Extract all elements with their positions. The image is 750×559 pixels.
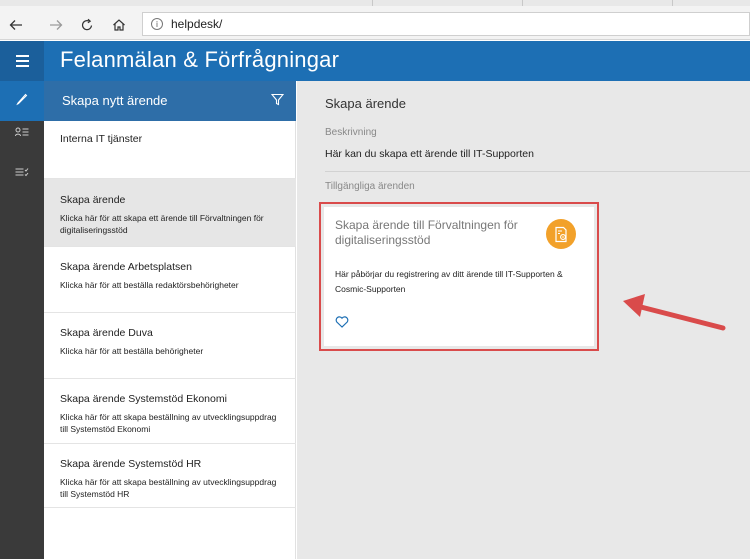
annotation-arrow	[615, 290, 730, 345]
icon-rail	[0, 81, 44, 559]
document-gear-icon	[546, 219, 576, 249]
list-item-interna-it-tjanster[interactable]: Interna IT tjänster	[44, 121, 296, 179]
description-value: Här kan du skapa ett ärende till IT-Supp…	[325, 148, 534, 160]
list-item-systemstod-ekonomi[interactable]: Skapa ärende Systemstöd Ekonomi Klicka h…	[44, 379, 296, 444]
list-item-description: Klicka här för att beställa redaktörsbeh…	[60, 280, 239, 290]
browser-toolbar: i helpdesk/	[0, 0, 750, 40]
list-item-description: Klicka här för att skapa ett ärende till…	[60, 213, 264, 235]
card-description: Här påbörjar du registrering av ditt äre…	[335, 269, 563, 294]
create-case-nav-button[interactable]	[0, 81, 44, 121]
list-item-systemstod-hr[interactable]: Skapa ärende Systemstöd HR Klicka här fö…	[44, 444, 296, 508]
list-item-description: Klicka här för att skapa beställning av …	[60, 477, 277, 499]
list-header: Skapa nytt ärende	[44, 81, 296, 121]
forward-arrow-icon[interactable]	[45, 14, 67, 36]
pencil-icon	[15, 92, 29, 111]
page-title: Skapa ärende	[325, 96, 406, 111]
filter-icon[interactable]	[270, 93, 285, 111]
case-type-list: Interna IT tjänster Skapa ärende Klicka …	[44, 121, 296, 559]
hamburger-menu-icon[interactable]	[0, 41, 44, 81]
list-item-description: Klicka här för att skapa beställning av …	[60, 412, 277, 434]
refresh-icon[interactable]	[76, 14, 98, 36]
address-bar[interactable]: i helpdesk/	[142, 12, 750, 36]
list-item-duva[interactable]: Skapa ärende Duva Klicka här för att bes…	[44, 313, 296, 379]
app-header: Felanmälan & Förfrågningar	[0, 41, 750, 81]
list-item-title: Skapa ärende Systemstöd Ekonomi	[60, 393, 227, 405]
list-item-arbetsplatsen[interactable]: Skapa ärende Arbetsplatsen Klicka här fö…	[44, 247, 296, 313]
list-item-description: Klicka här för att beställa behörigheter	[60, 346, 204, 356]
task-list-nav-button[interactable]	[0, 161, 44, 185]
task-list-icon	[15, 164, 29, 182]
home-icon[interactable]	[108, 14, 130, 36]
list-item-title: Skapa ärende Duva	[60, 327, 153, 339]
info-icon[interactable]: i	[151, 18, 163, 30]
tab-strip	[0, 0, 750, 6]
app-title: Felanmälan & Förfrågningar	[60, 47, 340, 72]
list-header-title: Skapa nytt ärende	[62, 93, 168, 108]
my-cases-nav-button[interactable]	[0, 121, 44, 145]
divider	[325, 171, 750, 172]
list-item-title: Skapa ärende Arbetsplatsen	[60, 261, 192, 273]
case-card[interactable]: Skapa ärende till Förvaltningen för digi…	[324, 207, 594, 346]
list-item-title: Interna IT tjänster	[60, 133, 143, 145]
card-title: Skapa ärende till Förvaltningen för digi…	[335, 218, 518, 247]
description-label: Beskrivning	[325, 127, 377, 138]
address-url: helpdesk/	[171, 17, 223, 31]
list-item-skapa-arende[interactable]: Skapa ärende Klicka här för att skapa et…	[44, 179, 296, 247]
list-item-title: Skapa ärende Systemstöd HR	[60, 458, 202, 470]
user-list-icon	[15, 124, 29, 142]
back-arrow-icon[interactable]	[5, 14, 27, 36]
list-item-title: Skapa ärende	[60, 194, 126, 206]
heart-icon[interactable]	[335, 315, 349, 333]
available-cases-label: Tillgängliga ärenden	[325, 181, 415, 192]
